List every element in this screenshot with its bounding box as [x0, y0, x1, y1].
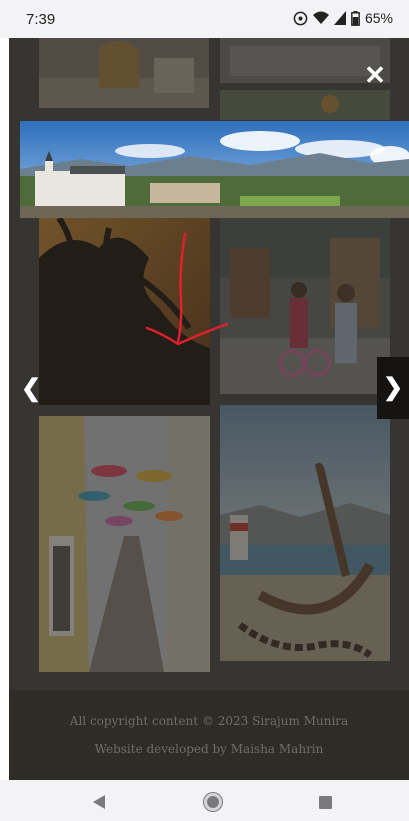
footer-copyright: All copyright content © 2023 Sirajum Mun… [69, 714, 349, 728]
annotation-arrow [145, 232, 229, 346]
system-nav-bar [0, 780, 409, 821]
gallery-photo-street-market[interactable] [220, 218, 390, 394]
gallery-photo-landmark[interactable] [39, 38, 209, 108]
lightbox-close-button[interactable]: ✕ [362, 62, 388, 88]
gallery-photo-umbrella-street[interactable] [39, 416, 210, 672]
hotspot-icon [293, 11, 308, 26]
site-footer: All copyright content © 2023 Sirajum Mun… [9, 690, 409, 780]
battery-icon [351, 10, 360, 26]
back-icon[interactable] [93, 795, 105, 809]
battery-percentage: 65% [364, 10, 393, 26]
lightbox-image-panorama [20, 121, 409, 218]
recents-icon[interactable] [319, 796, 332, 809]
wifi-icon [312, 11, 329, 25]
gallery-photo-balloons[interactable] [220, 90, 390, 120]
home-icon[interactable] [204, 793, 222, 811]
lightbox-prev-button[interactable]: ❮ [20, 373, 42, 405]
gallery-photo-anchor[interactable] [220, 405, 390, 661]
status-bar: 7:39 65% [0, 0, 409, 38]
lightbox-next-button[interactable]: ❯ [377, 357, 409, 419]
cellular-icon [333, 11, 346, 25]
footer-developer: Website developed by Maisha Mahrin [94, 742, 324, 756]
status-icons: 65% [293, 10, 393, 26]
status-time: 7:39 [26, 11, 56, 28]
